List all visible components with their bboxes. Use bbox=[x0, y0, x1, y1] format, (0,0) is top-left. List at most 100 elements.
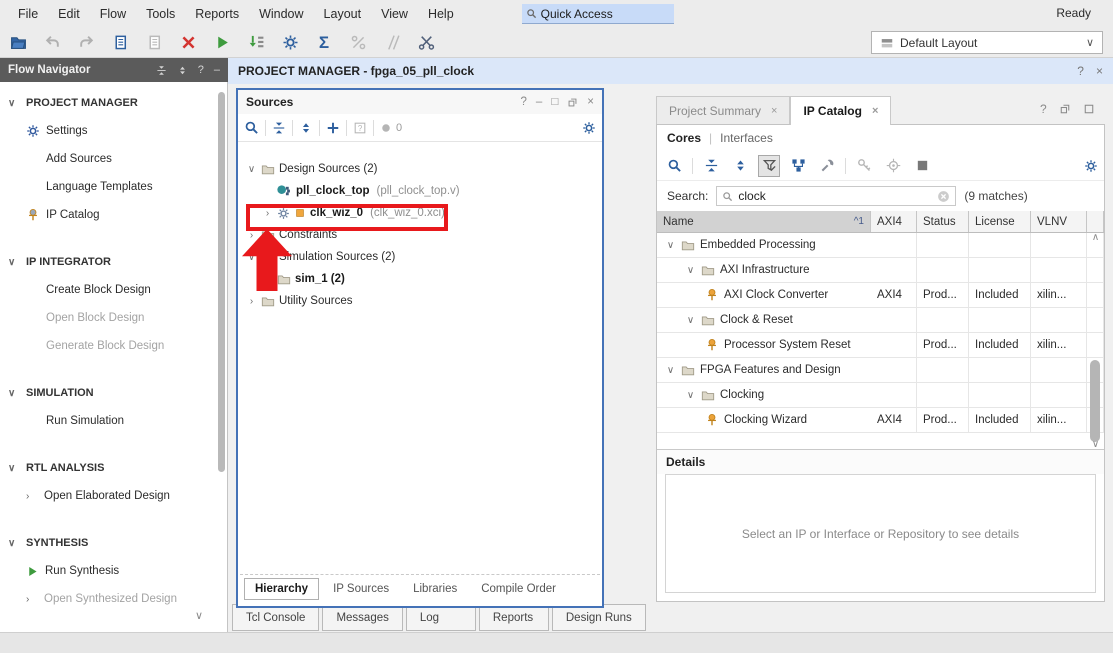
column-header-axi4[interactable]: AXI4 bbox=[871, 211, 917, 232]
settings-gear-icon[interactable] bbox=[582, 121, 596, 135]
tree-item-simulation-sources-2-[interactable]: ∨Simulation Sources (2) bbox=[238, 246, 602, 268]
menu-edit[interactable]: Edit bbox=[48, 3, 90, 25]
settings-button[interactable] bbox=[278, 31, 302, 55]
help-icon[interactable]: ? bbox=[198, 64, 204, 76]
scroll-down-icon[interactable]: ∨ bbox=[1088, 439, 1103, 450]
ip-row-clocking-wizard[interactable]: Clocking WizardAXI4Prod...Includedxilin.… bbox=[657, 408, 1104, 433]
tab-tcl-console[interactable]: Tcl Console bbox=[232, 604, 319, 631]
ip-row-embedded-processing[interactable]: ∨Embedded Processing bbox=[657, 233, 1104, 258]
quick-access-search[interactable]: Quick Access bbox=[522, 4, 674, 24]
report-summary-button[interactable]: Σ bbox=[312, 31, 336, 55]
column-header-status[interactable]: Status bbox=[917, 211, 969, 232]
tab-ip-catalog[interactable]: IP Catalog× bbox=[790, 96, 891, 125]
ip-row-axi-infrastructure[interactable]: ∨AXI Infrastructure bbox=[657, 258, 1104, 283]
float-icon[interactable] bbox=[1059, 102, 1071, 116]
layout-selector[interactable]: Default Layout ∨ bbox=[871, 31, 1103, 54]
flow-item-run-synthesis[interactable]: Run Synthesis bbox=[0, 557, 218, 585]
tab-reports[interactable]: Reports bbox=[479, 604, 549, 631]
chevron-down-icon[interactable]: ∨ bbox=[665, 240, 676, 251]
tree-item-pll-clock-top[interactable]: pll_clock_top(pll_clock_top.v) bbox=[238, 180, 602, 202]
close-icon[interactable]: × bbox=[771, 105, 777, 117]
minimize-icon[interactable]: – bbox=[214, 64, 220, 76]
delete-button[interactable] bbox=[176, 31, 200, 55]
chevron-down-icon[interactable]: ∨ bbox=[685, 265, 696, 276]
flow-item-settings[interactable]: Settings bbox=[0, 117, 218, 145]
scroll-up-icon[interactable]: ∧ bbox=[1088, 232, 1103, 243]
tab-interfaces[interactable]: Interfaces bbox=[720, 131, 773, 145]
menu-flow[interactable]: Flow bbox=[90, 3, 136, 25]
column-header-license[interactable]: License bbox=[969, 211, 1031, 232]
menu-help[interactable]: Help bbox=[418, 3, 464, 25]
expand-all-icon[interactable] bbox=[177, 65, 188, 76]
flow-item-create-block-design[interactable]: Create Block Design bbox=[0, 276, 218, 304]
maximize-icon[interactable] bbox=[1083, 102, 1095, 116]
collapse-all-icon[interactable] bbox=[156, 65, 167, 76]
tab-cores[interactable]: Cores bbox=[667, 131, 701, 145]
menu-tools[interactable]: Tools bbox=[136, 3, 185, 25]
tab-hierarchy[interactable]: Hierarchy bbox=[244, 578, 319, 600]
ip-hierarchy-button[interactable] bbox=[787, 155, 809, 177]
flow-section-rtl-analysis[interactable]: ∨RTL ANALYSIS bbox=[0, 454, 218, 482]
close-icon[interactable]: × bbox=[872, 105, 878, 117]
tab-libraries[interactable]: Libraries bbox=[403, 579, 467, 599]
ip-row-clock-reset[interactable]: ∨Clock & Reset bbox=[657, 308, 1104, 333]
tab-project-summary[interactable]: Project Summary× bbox=[656, 96, 790, 124]
minimize-icon[interactable]: – bbox=[536, 96, 542, 108]
menu-file[interactable]: File bbox=[8, 3, 48, 25]
cut-button[interactable] bbox=[414, 31, 438, 55]
column-header-name[interactable]: Name^1 bbox=[657, 211, 871, 232]
tab-log[interactable]: Log bbox=[406, 604, 476, 631]
tree-item-utility-sources[interactable]: ›Utility Sources bbox=[238, 290, 602, 312]
chevron-down-icon[interactable]: ∨ bbox=[246, 164, 257, 175]
tab-ip-sources[interactable]: IP Sources bbox=[323, 579, 399, 599]
expand-all-icon[interactable] bbox=[299, 121, 313, 135]
search-button[interactable] bbox=[663, 155, 685, 177]
scrollbar-thumb[interactable] bbox=[1090, 360, 1100, 442]
flow-section-project-manager[interactable]: ∨PROJECT MANAGER bbox=[0, 89, 218, 117]
menu-window[interactable]: Window bbox=[249, 3, 313, 25]
run-button[interactable] bbox=[210, 31, 234, 55]
chevron-right-icon[interactable]: › bbox=[246, 230, 257, 241]
tab-compile-order[interactable]: Compile Order bbox=[471, 579, 566, 599]
search-input[interactable]: clock bbox=[716, 186, 956, 206]
open-project-button[interactable] bbox=[6, 31, 30, 55]
maximize-icon[interactable]: □ bbox=[551, 96, 558, 108]
ip-row-clocking[interactable]: ∨Clocking bbox=[657, 383, 1104, 408]
help-icon[interactable]: ? bbox=[521, 96, 527, 108]
chevron-down-icon[interactable]: ∨ bbox=[665, 365, 676, 376]
flow-section-simulation[interactable]: ∨SIMULATION bbox=[0, 379, 218, 407]
chevron-right-icon[interactable]: › bbox=[246, 296, 257, 307]
scroll-down-icon[interactable]: ∨ bbox=[195, 609, 203, 622]
search-icon[interactable] bbox=[244, 120, 259, 135]
flow-item-open-elaborated-design[interactable]: ›Open Elaborated Design bbox=[0, 482, 218, 510]
customize-ip-button[interactable] bbox=[816, 155, 838, 177]
help-icon[interactable]: ? bbox=[1040, 102, 1047, 116]
ip-row-processor-system-reset[interactable]: Processor System ResetProd...Includedxil… bbox=[657, 333, 1104, 358]
flow-item-language-templates[interactable]: Language Templates bbox=[0, 173, 218, 201]
chevron-down-icon[interactable]: ∨ bbox=[685, 315, 696, 326]
menu-view[interactable]: View bbox=[371, 3, 418, 25]
add-sources-icon[interactable] bbox=[326, 121, 340, 135]
settings-gear-icon[interactable] bbox=[1084, 159, 1098, 173]
step-into-button[interactable] bbox=[244, 31, 268, 55]
tab-messages[interactable]: Messages bbox=[322, 604, 402, 631]
filter-button[interactable] bbox=[758, 155, 780, 177]
collapse-all-button[interactable] bbox=[700, 155, 722, 177]
column-header-vlnv[interactable]: VLNV bbox=[1031, 211, 1087, 232]
menu-reports[interactable]: Reports bbox=[185, 3, 249, 25]
collapse-all-icon[interactable] bbox=[272, 121, 286, 135]
tree-item-design-sources-2-[interactable]: ∨Design Sources (2) bbox=[238, 158, 602, 180]
ip-table-scrollbar[interactable]: ∧ ∨ bbox=[1088, 232, 1103, 450]
tab-design-runs[interactable]: Design Runs bbox=[552, 604, 646, 631]
clear-search-icon[interactable] bbox=[937, 190, 950, 203]
help-icon[interactable]: ? bbox=[1077, 64, 1084, 78]
flow-item-add-sources[interactable]: Add Sources bbox=[0, 145, 218, 173]
ip-row-fpga-features-and-design[interactable]: ∨FPGA Features and Design bbox=[657, 358, 1104, 383]
tree-item-sim-1-2-[interactable]: ›sim_1 (2) bbox=[238, 268, 602, 290]
chevron-down-icon[interactable]: ∨ bbox=[685, 390, 696, 401]
flow-section-ip-integrator[interactable]: ∨IP INTEGRATOR bbox=[0, 248, 218, 276]
flow-item-ip-catalog[interactable]: IP Catalog bbox=[0, 201, 218, 229]
expand-all-button[interactable] bbox=[729, 155, 751, 177]
close-icon[interactable]: × bbox=[1096, 64, 1103, 78]
float-icon[interactable] bbox=[567, 96, 578, 108]
